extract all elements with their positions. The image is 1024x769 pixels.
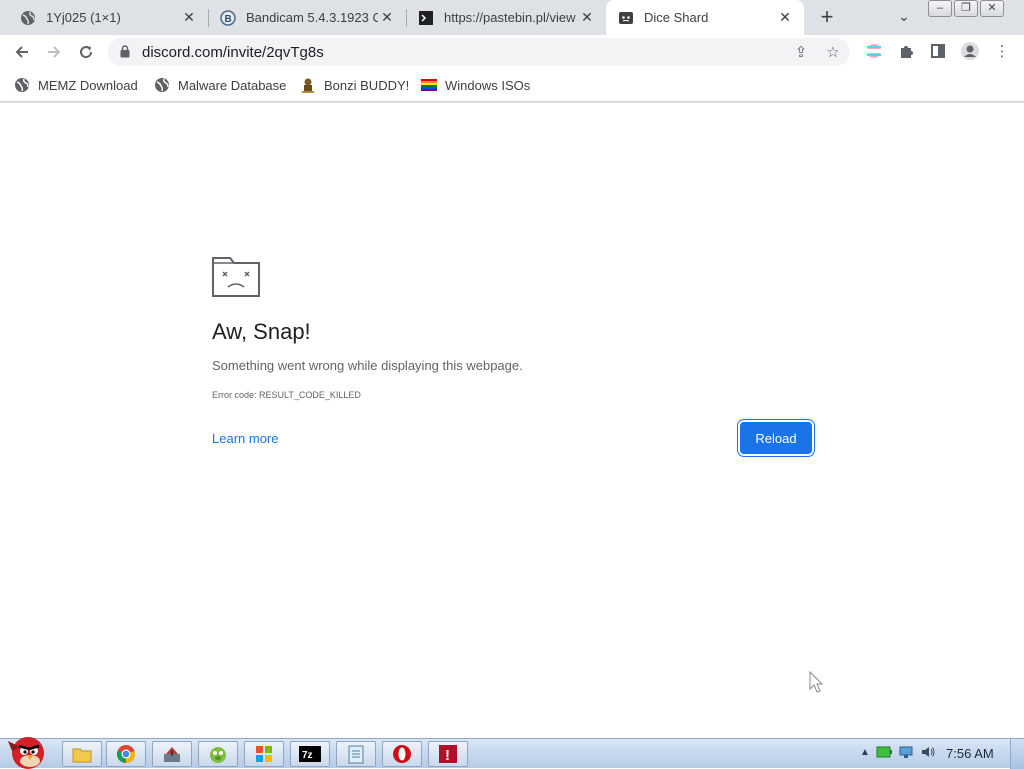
puzzle-icon[interactable] xyxy=(895,40,917,62)
bonzi-icon xyxy=(300,77,316,93)
side-panel-icon[interactable] xyxy=(927,40,949,62)
globe-icon xyxy=(154,77,170,93)
battery-icon[interactable] xyxy=(876,745,892,759)
kebab-menu-icon[interactable]: ⋮ xyxy=(991,40,1013,62)
tab-pastebin[interactable]: https://pastebin.pl/view ✕ xyxy=(406,0,606,35)
new-tab-button[interactable]: + xyxy=(815,6,839,30)
bookmark-windows-isos[interactable]: Windows ISOs xyxy=(421,75,530,95)
chrome-icon[interactable] xyxy=(106,741,146,767)
network-icon[interactable] xyxy=(898,745,914,759)
clock[interactable]: 7:56 AM xyxy=(946,746,994,761)
bookmark-label: MEMZ Download xyxy=(38,77,138,93)
tab-strip: 1Yj025 (1×1) ✕ B Bandicam 5.4.3.1923 Cr … xyxy=(0,0,1024,35)
opera-icon[interactable] xyxy=(382,741,422,767)
warning-app-icon[interactable]: ! xyxy=(428,741,468,767)
svg-text:!: ! xyxy=(445,747,450,764)
page-title: Aw, Snap! xyxy=(212,319,311,344)
system-tray: ▲ xyxy=(860,745,936,759)
windows-update-icon[interactable] xyxy=(244,741,284,767)
app-icon[interactable] xyxy=(152,741,192,767)
learn-more-link[interactable]: Learn more xyxy=(212,431,278,446)
error-page: Aw, Snap! Something went wrong while dis… xyxy=(0,103,1024,738)
tab-title: https://pastebin.pl/view xyxy=(444,10,576,25)
forward-button[interactable] xyxy=(42,40,66,64)
tab-1yj025[interactable]: 1Yj025 (1×1) ✕ xyxy=(8,0,208,35)
minimize-button[interactable]: – xyxy=(928,0,952,17)
angry-bird-start-icon[interactable] xyxy=(2,731,52,769)
bookmark-bonzi-buddy[interactable]: Bonzi BUDDY! xyxy=(300,75,409,95)
7zip-icon[interactable]: 7z xyxy=(290,741,330,767)
bookmark-memz[interactable]: MEMZ Download xyxy=(14,75,138,95)
close-icon[interactable]: ✕ xyxy=(578,9,596,27)
reload-button[interactable]: Reload xyxy=(740,422,812,454)
bookmark-label: Windows ISOs xyxy=(445,77,531,93)
close-icon[interactable]: ✕ xyxy=(378,9,396,27)
reload-browser-button[interactable] xyxy=(74,40,98,64)
mouse-cursor-icon xyxy=(809,671,824,693)
rainbow-flag-icon xyxy=(421,77,437,93)
lock-icon xyxy=(120,45,130,58)
notepad-icon[interactable] xyxy=(336,741,376,767)
svg-text:7z: 7z xyxy=(302,750,313,761)
address-bar[interactable]: discord.com/invite/2qvTg8s ⇪ ☆ xyxy=(108,38,850,66)
svg-text:B: B xyxy=(225,14,232,25)
globe-icon xyxy=(14,77,30,93)
error-code: Error code: RESULT_CODE_KILLED xyxy=(212,390,361,400)
profile-flag-icon[interactable] xyxy=(863,40,885,62)
bookmark-malware-database[interactable]: Malware Database xyxy=(154,75,286,95)
tab-title: 1Yj025 (1×1) xyxy=(46,10,121,25)
arrow-right-icon xyxy=(48,46,61,58)
game-icon[interactable] xyxy=(198,741,238,767)
arrow-left-icon xyxy=(15,46,28,58)
globe-icon xyxy=(20,10,36,26)
back-button[interactable] xyxy=(10,40,34,64)
close-icon[interactable]: ✕ xyxy=(180,9,198,27)
browser-frame: 1Yj025 (1×1) ✕ B Bandicam 5.4.3.1923 Cr … xyxy=(0,0,1024,103)
refresh-icon xyxy=(80,46,93,59)
bandicam-icon: B xyxy=(220,9,236,26)
chevron-down-icon[interactable]: ⌄ xyxy=(893,8,915,28)
discord-icon xyxy=(618,10,634,26)
tab-title: Dice Shard xyxy=(644,10,709,25)
share-icon[interactable]: ⇪ xyxy=(791,42,811,62)
url-text[interactable]: discord.com/invite/2qvTg8s xyxy=(142,44,324,61)
star-icon[interactable]: ☆ xyxy=(823,42,843,62)
show-desktop-button[interactable] xyxy=(1010,739,1024,769)
tab-dice-shard[interactable]: Dice Shard ✕ xyxy=(606,0,804,35)
error-message: Something went wrong while displaying th… xyxy=(212,358,523,373)
bookmark-label: Malware Database xyxy=(178,77,287,93)
bookmark-label: Bonzi BUDDY! xyxy=(324,77,410,93)
close-window-button[interactable]: ✕ xyxy=(980,0,1004,17)
close-icon[interactable]: ✕ xyxy=(776,9,794,27)
taskbar: 7z ! ▲ 7:56 AM xyxy=(0,737,1024,769)
explorer-icon[interactable] xyxy=(62,741,102,767)
volume-icon[interactable] xyxy=(920,745,936,759)
tab-bandicam[interactable]: B Bandicam 5.4.3.1923 Cr ✕ xyxy=(208,0,406,35)
maximize-button[interactable]: ❐ xyxy=(954,0,978,17)
avatar-icon[interactable] xyxy=(959,40,981,62)
window-controls: – ❐ ✕ xyxy=(928,0,1004,17)
chevron-up-icon[interactable]: ▲ xyxy=(860,747,870,758)
sad-tab-icon xyxy=(212,257,260,297)
bookmarks-bar: MEMZ Download Malware Database Bonzi BUD… xyxy=(0,69,1024,102)
tab-title: Bandicam 5.4.3.1923 Cr xyxy=(246,10,378,25)
terminal-icon xyxy=(418,10,434,26)
